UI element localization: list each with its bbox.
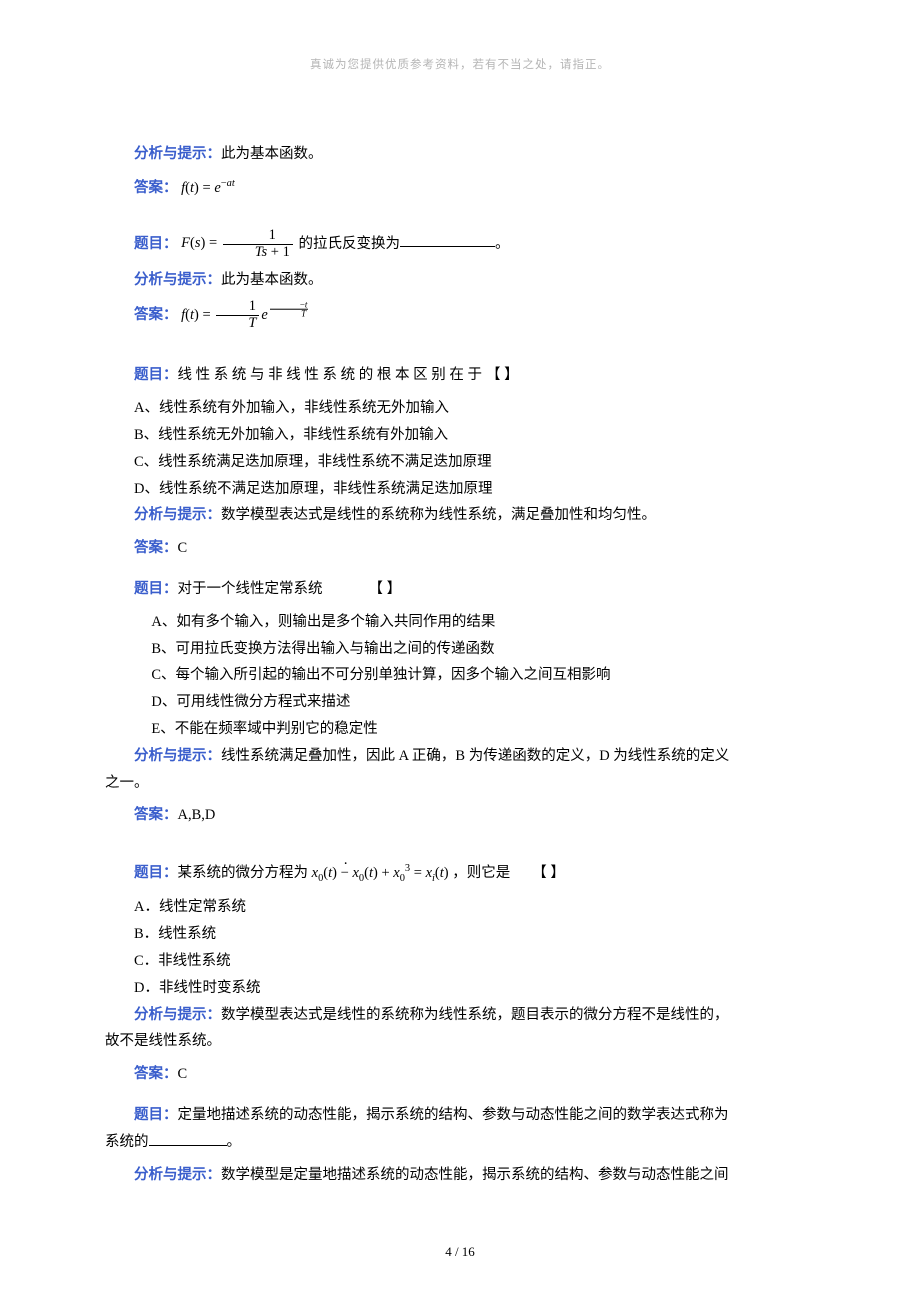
question-label: 题目： <box>134 235 178 251</box>
hint-label: 分析与提示： <box>134 272 221 288</box>
question-lead: 某系统的微分方程为 <box>178 865 309 881</box>
hint-label: 分析与提示： <box>134 748 221 764</box>
option-b: B、可用拉氏变换方法得出输入与输出之间的传递函数 <box>151 636 815 663</box>
answer-label: 答案： <box>134 180 178 196</box>
answer-label: 答案： <box>134 807 178 823</box>
hint-text: 数学模型是定量地描述系统的动态性能，揭示系统的结构、参数与动态性能之间 <box>221 1167 729 1183</box>
hint-label: 分析与提示： <box>134 507 221 523</box>
bracket: 【 】 <box>532 865 565 881</box>
question-tail: 的拉氏反变换为 <box>298 235 400 251</box>
answer-block: 答案：C <box>105 535 815 562</box>
answer-formula: f(t) = e−at <box>181 180 235 196</box>
hint-text-line2: 之一。 <box>105 770 815 797</box>
option-d: D、线性系统不满足迭加原理，非线性系统满足迭加原理 <box>134 476 815 503</box>
question-block: 题目：某系统的微分方程为 x0(t) − x0(t) + x03 = xi(t)… <box>105 859 815 888</box>
hint-text: 此为基本函数。 <box>221 146 323 162</box>
question-block: 题目： F(s) = 1Ts + 1 的拉氏反变换为 。 <box>105 228 815 261</box>
option-d: D．非线性时变系统 <box>134 975 815 1002</box>
page: 真诚为您提供优质参考资料，若有不当之处，请指正。 分析与提示：此为基本函数。 答… <box>0 0 920 1302</box>
hint-block: 分析与提示：数学模型表达式是线性的系统称为线性系统，题目表示的微分方程不是线性的… <box>105 1002 815 1056</box>
question-mid: ，则它是 <box>452 865 510 881</box>
option-c: C、每个输入所引起的输出不可分别单独计算，因多个输入之间互相影响 <box>151 662 815 689</box>
option-a: A、线性系统有外加输入，非线性系统无外加输入 <box>134 395 815 422</box>
option-c: C．非线性系统 <box>134 948 815 975</box>
answer-block: 答案：A,B,D <box>105 802 815 829</box>
answer-label: 答案： <box>134 307 178 323</box>
hint-label: 分析与提示： <box>134 1167 221 1183</box>
answer-formula: f(t) = 1Te−tT <box>181 307 308 323</box>
question-block: 题目：线 性 系 统 与 非 线 性 系 统 的 根 本 区 别 在 于【 】 <box>105 362 815 389</box>
hint-block: 分析与提示：数学模型表达式是线性的系统称为线性系统，满足叠加性和均匀性。 <box>105 502 815 529</box>
question-text: 线 性 系 统 与 非 线 性 系 统 的 根 本 区 别 在 于 <box>178 367 483 383</box>
answer-text: C <box>178 540 188 556</box>
answer-label: 答案： <box>134 1066 178 1082</box>
option-e: E、不能在频率域中判别它的稳定性 <box>151 716 815 743</box>
question-text-line2: 系统的 <box>105 1134 149 1150</box>
question-block: 题目：对于一个线性定常系统 【 】 <box>105 576 815 603</box>
option-a: A．线性定常系统 <box>134 894 815 921</box>
question-text-line1: 定量地描述系统的动态性能，揭示系统的结构、参数与动态性能之间的数学表达式称为 <box>178 1107 729 1123</box>
answer-text: A,B,D <box>178 807 216 823</box>
question-equation: x0(t) − x0(t) + x03 = xi(t) <box>312 865 453 881</box>
option-b: B、线性系统无外加输入，非线性系统有外加输入 <box>134 422 815 449</box>
hint-text-line2: 故不是线性系统。 <box>105 1028 815 1055</box>
option-c: C、线性系统满足迭加原理，非线性系统不满足迭加原理 <box>134 449 815 476</box>
answer-label: 答案： <box>134 540 178 556</box>
option-list: A．线性定常系统 B．线性系统 C．非线性系统 D．非线性时变系统 <box>105 894 815 1001</box>
question-label: 题目： <box>134 1107 178 1123</box>
hint-text-line1: 数学模型表达式是线性的系统称为线性系统，题目表示的微分方程不是线性的， <box>221 1007 729 1023</box>
question-formula: F(s) = 1Ts + 1 <box>181 235 298 251</box>
hint-block: 分析与提示：数学模型是定量地描述系统的动态性能，揭示系统的结构、参数与动态性能之… <box>105 1162 815 1189</box>
bracket: 【 】 <box>369 581 402 597</box>
question-label: 题目： <box>134 865 178 881</box>
blank-line <box>400 246 495 247</box>
option-d: D、可用线性微分方程式来描述 <box>151 689 815 716</box>
hint-block: 分析与提示：此为基本函数。 <box>105 141 815 168</box>
option-list: A、线性系统有外加输入，非线性系统无外加输入 B、线性系统无外加输入，非线性系统… <box>105 395 815 502</box>
hint-label: 分析与提示： <box>134 1007 221 1023</box>
hint-text-line1: 线性系统满足叠加性，因此 A 正确，B 为传递函数的定义，D 为线性系统的定义 <box>221 748 729 764</box>
hint-label: 分析与提示： <box>134 146 221 162</box>
answer-block: 答案： f(t) = 1Te−tT <box>105 299 815 332</box>
option-a: A、如有多个输入，则输出是多个输入共同作用的结果 <box>151 609 815 636</box>
option-list: A、如有多个输入，则输出是多个输入共同作用的结果 B、可用拉氏变换方法得出输入与… <box>105 609 815 743</box>
question-trailing: 。 <box>495 235 510 251</box>
answer-text: C <box>178 1066 188 1082</box>
option-b: B．线性系统 <box>134 921 815 948</box>
answer-block: 答案： f(t) = e−at <box>105 174 815 202</box>
question-trailing: 。 <box>227 1134 242 1150</box>
answer-block: 答案：C <box>105 1061 815 1088</box>
question-text: 对于一个线性定常系统 <box>178 581 323 597</box>
page-header-tagline: 真诚为您提供优质参考资料，若有不当之处，请指正。 <box>105 55 815 76</box>
question-label: 题目： <box>134 581 178 597</box>
hint-text: 数学模型表达式是线性的系统称为线性系统，满足叠加性和均匀性。 <box>221 507 656 523</box>
question-label: 题目： <box>134 367 178 383</box>
bracket: 【 】 <box>486 367 519 383</box>
blank-line <box>149 1145 227 1146</box>
hint-block: 分析与提示：此为基本函数。 <box>105 267 815 294</box>
hint-text: 此为基本函数。 <box>221 272 323 288</box>
question-block: 题目：定量地描述系统的动态性能，揭示系统的结构、参数与动态性能之间的数学表达式称… <box>105 1102 815 1156</box>
hint-block: 分析与提示：线性系统满足叠加性，因此 A 正确，B 为传递函数的定义，D 为线性… <box>105 743 815 797</box>
page-number: 4 / 16 <box>0 1240 920 1264</box>
